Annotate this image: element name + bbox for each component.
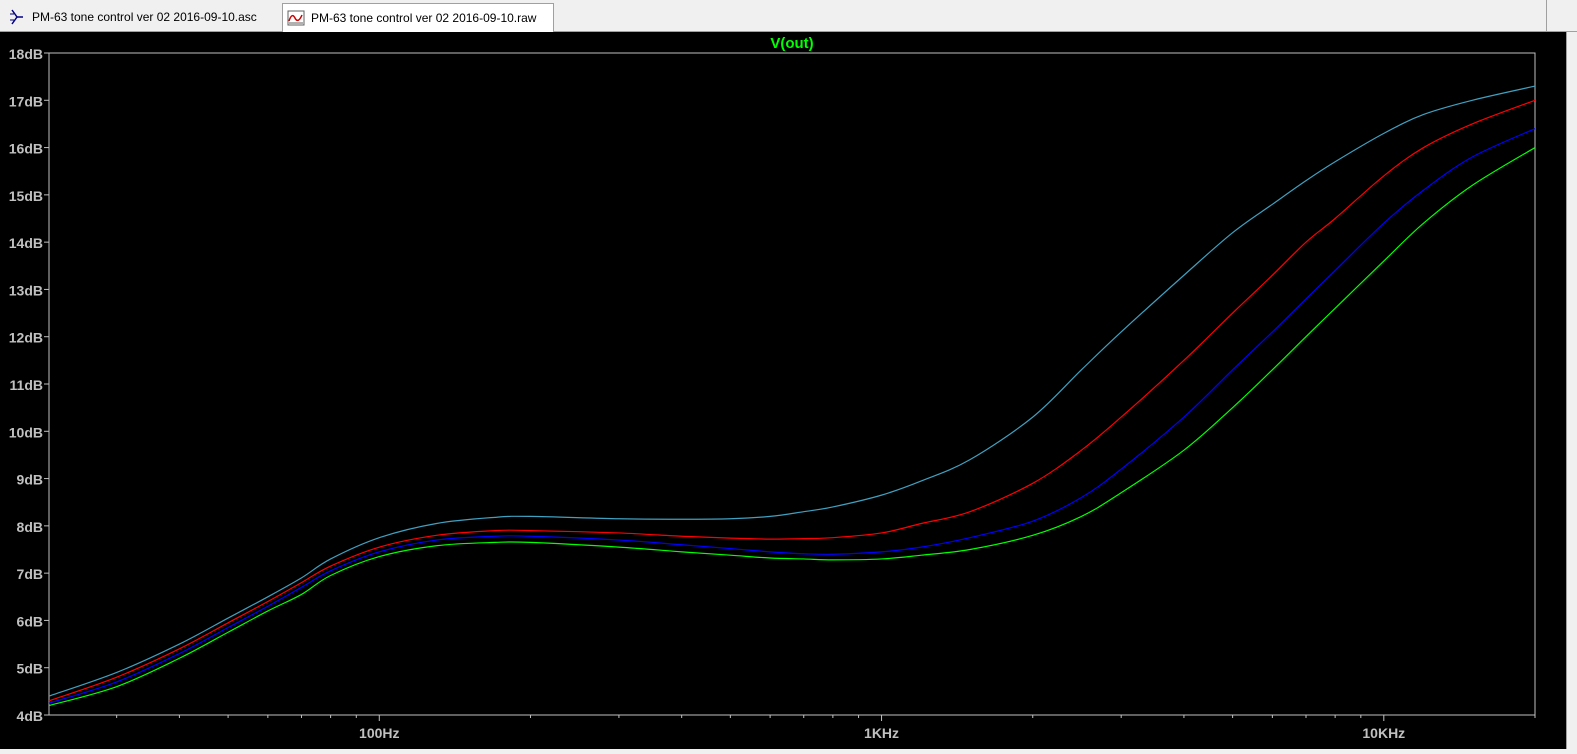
trace-line-2 <box>48 99 1536 702</box>
document-tab-bar: PM-63 tone control ver 02 2016-09-10.asc… <box>0 0 1577 32</box>
trace-line-3 <box>48 128 1536 704</box>
traces <box>48 85 1536 707</box>
window-edge <box>1566 32 1577 749</box>
tab-bar-divider <box>1546 0 1547 32</box>
waveform-plot-pane[interactable]: V(out) 4dB 5dB 6dB 7dB 8dB 9dB 10dB 11dB 12dB 13d… <box>0 32 1566 749</box>
y-tick-label: 17dB <box>9 93 43 109</box>
x-tick-label: 1KHz <box>864 725 899 741</box>
x-tick-label: 100Hz <box>359 725 399 741</box>
plot-axes <box>48 52 1536 716</box>
y-tick-label: 15dB <box>9 188 43 204</box>
trace-line-4 <box>48 147 1536 707</box>
tab-label: PM-63 tone control ver 02 2016-09-10.raw <box>311 11 537 25</box>
y-tick-label: 4dB <box>17 708 43 724</box>
y-tick-label: 7dB <box>17 566 43 582</box>
bode-plot-chart[interactable]: V(out) 4dB 5dB 6dB 7dB 8dB 9dB 10dB 11dB 12dB 13d… <box>0 32 1566 749</box>
y-tick-label: 11dB <box>10 377 43 393</box>
tab-label: PM-63 tone control ver 02 2016-09-10.asc <box>32 10 257 24</box>
x-tick-label: 10KHz <box>1362 725 1405 741</box>
plot-frame <box>48 52 1536 716</box>
y-tick-label: 10dB <box>9 424 43 440</box>
y-tick-label: 13dB <box>9 282 43 298</box>
y-tick-label: 6dB <box>17 613 43 629</box>
x-axis-ticks: 100Hz 1KHz 10KHz <box>116 715 1536 741</box>
y-tick-label: 16dB <box>9 141 43 157</box>
waveform-icon <box>287 9 305 27</box>
y-tick-label: 5dB <box>17 661 43 677</box>
schematic-icon <box>8 8 26 26</box>
y-tick-label: 9dB <box>17 472 43 488</box>
y-tick-label: 18dB <box>9 46 43 62</box>
y-tick-label: 14dB <box>9 235 43 251</box>
chart-title[interactable]: V(out) <box>770 35 813 52</box>
y-tick-label: 12dB <box>9 330 43 346</box>
y-tick-label: 8dB <box>17 519 43 535</box>
y-axis-ticks: 4dB 5dB 6dB 7dB 8dB 9dB 10dB 11dB 12dB 13dB 14dB 15… <box>9 46 49 724</box>
tab-schematic[interactable]: PM-63 tone control ver 02 2016-09-10.asc <box>4 3 280 31</box>
tab-waveform[interactable]: PM-63 tone control ver 02 2016-09-10.raw <box>282 3 554 32</box>
